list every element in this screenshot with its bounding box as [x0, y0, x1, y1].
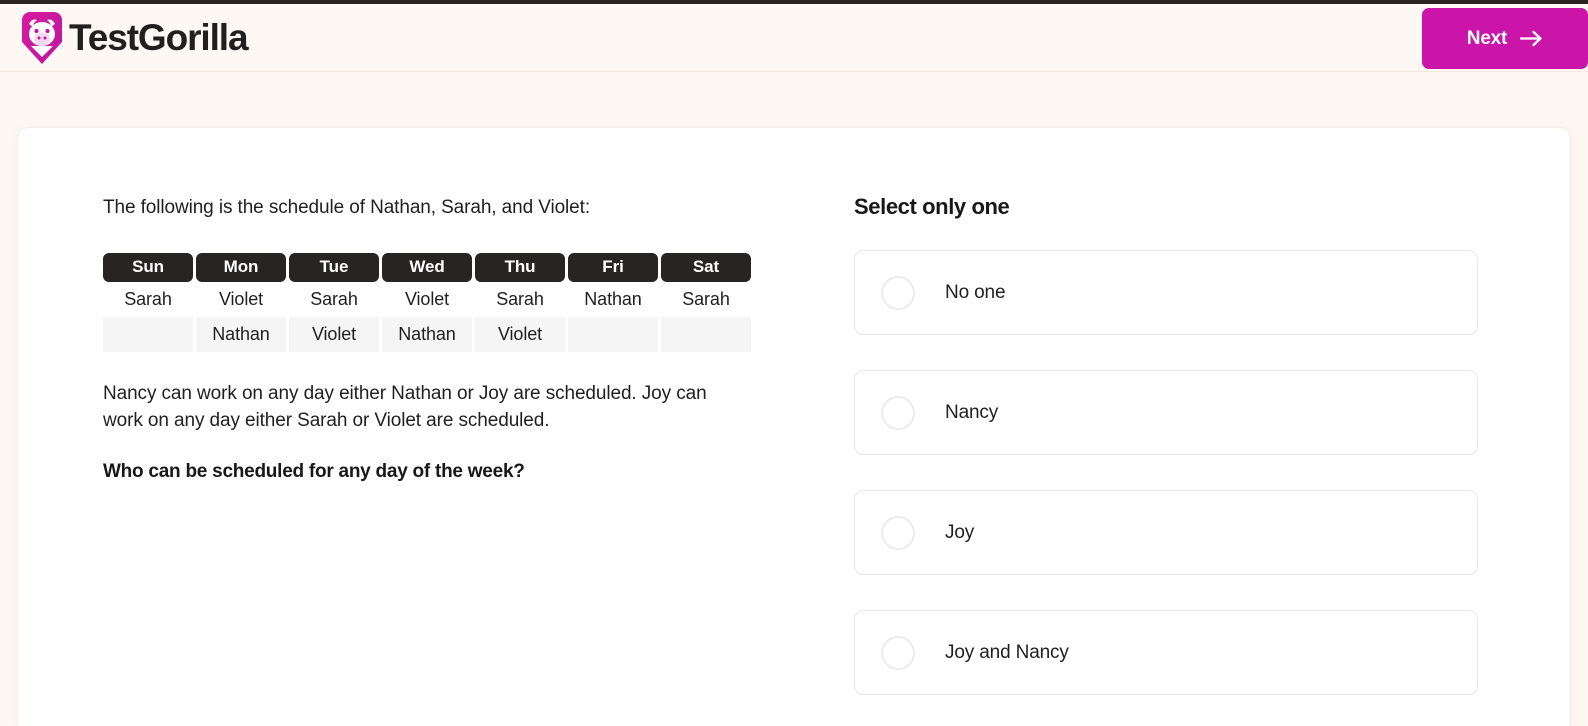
- schedule-cell: Sarah: [103, 281, 193, 317]
- question-panel: The following is the schedule of Nathan,…: [18, 128, 773, 726]
- question-card: The following is the schedule of Nathan,…: [18, 128, 1570, 726]
- schedule-column: Sun Sarah: [103, 252, 193, 352]
- next-button[interactable]: Next: [1422, 8, 1588, 69]
- answers-panel: Select only one No one Nancy Joy Joy and Na…: [773, 128, 1570, 726]
- schedule-cell: [661, 316, 751, 352]
- brand-logo[interactable]: TestGorilla: [22, 11, 249, 64]
- schedule-column: Thu Sarah Violet: [475, 252, 565, 352]
- radio-button-icon[interactable]: [881, 275, 915, 310]
- answer-options-list: No one Nancy Joy Joy and Nancy: [854, 250, 1478, 695]
- schedule-cell: [568, 316, 658, 352]
- schedule-cell: Nathan: [196, 316, 286, 352]
- schedule-column: Sat Sarah: [661, 252, 751, 352]
- answer-option-label: Joy: [945, 521, 975, 543]
- answer-option[interactable]: Nancy: [854, 370, 1478, 455]
- schedule-column: Tue Sarah Violet: [289, 252, 379, 352]
- answers-title: Select only one: [854, 194, 1010, 219]
- gorilla-logo-icon: [22, 11, 62, 64]
- schedule-cell: Violet: [289, 316, 379, 352]
- answer-option-label: Joy and Nancy: [945, 641, 1069, 663]
- radio-button-icon[interactable]: [881, 635, 915, 670]
- schedule-column: Fri Nathan: [568, 252, 658, 352]
- schedule-column: Mon Violet Nathan: [196, 252, 286, 352]
- schedule-cell: Sarah: [661, 281, 751, 317]
- intro-text: The following is the schedule of Nathan,…: [103, 197, 591, 218]
- answer-option[interactable]: Joy and Nancy: [854, 610, 1478, 695]
- schedule-day-header: Fri: [568, 252, 658, 282]
- radio-button-icon[interactable]: [881, 395, 915, 430]
- schedule-cell: Violet: [475, 316, 565, 352]
- answer-option-label: No one: [945, 281, 1006, 303]
- answer-option-label: Nancy: [945, 401, 999, 423]
- arrow-right-icon: [1520, 30, 1543, 47]
- schedule-cell: [103, 316, 193, 352]
- answer-option[interactable]: Joy: [854, 490, 1478, 575]
- schedule-cell: Nathan: [382, 316, 472, 352]
- schedule-day-header: Sat: [661, 252, 751, 282]
- schedule-cell: Violet: [382, 281, 472, 317]
- schedule-cell: Sarah: [475, 281, 565, 317]
- schedule-column: Wed Violet Nathan: [382, 252, 472, 352]
- app-header: TestGorilla Next: [0, 4, 1588, 72]
- question-prompt: Who can be scheduled for any day of the …: [103, 461, 525, 483]
- schedule-cell: Violet: [196, 281, 286, 317]
- brand-name: TestGorilla: [69, 17, 249, 58]
- schedule-cell: Nathan: [568, 281, 658, 317]
- radio-button-icon[interactable]: [881, 515, 915, 550]
- schedule-day-header: Mon: [196, 252, 286, 282]
- schedule-table: Sun Sarah Mon Violet Nathan Tue Sarah Violet Wed…: [103, 252, 773, 352]
- schedule-day-header: Sun: [103, 252, 193, 282]
- schedule-day-header: Wed: [382, 252, 472, 282]
- next-button-label: Next: [1466, 27, 1508, 49]
- schedule-day-header: Thu: [475, 252, 565, 282]
- constraints-text: Nancy can work on any day either Nathan …: [103, 382, 707, 431]
- answer-option[interactable]: No one: [854, 250, 1478, 335]
- schedule-cell: Sarah: [289, 281, 379, 317]
- schedule-day-header: Tue: [289, 252, 379, 282]
